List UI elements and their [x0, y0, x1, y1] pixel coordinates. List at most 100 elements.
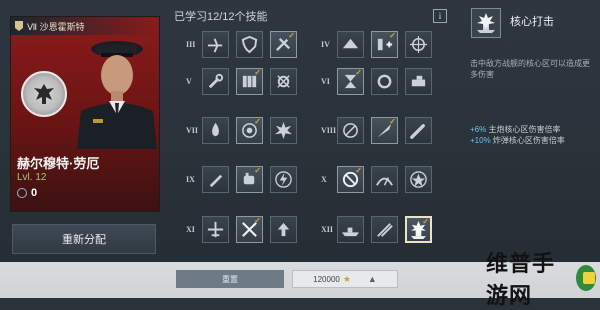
ship-bow-icon: [342, 38, 359, 49]
bonus-text: 炸弹核心区伤害倍率: [490, 136, 565, 145]
captain-level: Lvl. 12: [17, 172, 47, 183]
reassign-button[interactable]: 重新分配: [12, 224, 156, 254]
arrow-up-icon: [277, 222, 290, 237]
learned-check-icon: ✓: [355, 166, 362, 175]
skill-rocket-check[interactable]: ✓: [371, 117, 398, 144]
skill-torpedo[interactable]: [405, 117, 432, 144]
captain-tier-bar: Ⅶ 沙恩霍斯特: [11, 17, 159, 35]
tank-icon: [411, 75, 426, 87]
skill-gear-cross[interactable]: [270, 68, 297, 95]
gear-cross-icon: [277, 75, 290, 88]
captain-tier-label: Ⅶ 沙恩霍斯特: [27, 21, 85, 32]
tier-label: XII: [321, 225, 334, 234]
rank-chevron-icon: [15, 21, 23, 31]
skill-wrench[interactable]: [202, 68, 229, 95]
tier-label: VI: [321, 77, 330, 86]
tier-label: III: [186, 40, 196, 49]
watermark-text: 维普手游网: [486, 251, 556, 308]
bonus-line: +10% 炸弹核心区伤害倍率: [470, 135, 594, 146]
bonus-value: +6%: [470, 125, 487, 134]
skill-tank[interactable]: [405, 68, 432, 95]
skill-star[interactable]: [405, 166, 432, 193]
skill-shield[interactable]: [236, 31, 263, 58]
flame-icon: [212, 122, 219, 137]
skill-twin-guns[interactable]: [371, 216, 398, 243]
skill-points-value: 0: [31, 187, 38, 199]
learned-check-icon: ✓: [254, 68, 261, 77]
tier-label: V: [186, 77, 192, 86]
skill-bolt[interactable]: [270, 166, 297, 193]
skill-plane[interactable]: [202, 31, 229, 58]
shield-icon: [241, 35, 258, 54]
skill-ring[interactable]: [371, 68, 398, 95]
tier-label: X: [321, 175, 327, 184]
learned-check-icon: ✓: [254, 117, 261, 126]
skill-fist[interactable]: ✓: [236, 166, 263, 193]
learned-check-icon: ✓: [422, 217, 429, 226]
reset-skills-button[interactable]: 重置: [176, 270, 284, 288]
reset-cost-button[interactable]: 120000 ★ ▲: [292, 270, 398, 288]
tier-label: IV: [321, 40, 330, 49]
watermark: 维普手游网: [486, 251, 596, 308]
skill-shells[interactable]: ✓: [236, 68, 263, 95]
wrench-icon: [208, 73, 224, 89]
learned-check-icon: ✓: [288, 31, 295, 40]
skill-crosshair[interactable]: [405, 31, 432, 58]
tier-label: XI: [186, 225, 195, 234]
skill-arrow-up[interactable]: [270, 216, 297, 243]
skill-ship-bow[interactable]: [337, 31, 364, 58]
learned-check-icon: ✓: [254, 216, 261, 225]
skill-citadel[interactable]: ✓: [405, 216, 432, 243]
ring-icon: [377, 74, 392, 89]
skill-detail-title: 核心打击: [510, 16, 554, 28]
captain-card[interactable]: Ⅶ 沙恩霍斯特 赫尔穆特·劳厄 Lvl. 12 0: [10, 16, 160, 212]
fire-off-icon: [343, 123, 358, 138]
skills-learned-header: 已学习12/12个技能: [174, 11, 268, 23]
pen-icon: [209, 174, 223, 188]
skill-flame[interactable]: [202, 117, 229, 144]
skill-ship-side[interactable]: [337, 216, 364, 243]
learned-check-icon: ✓: [355, 68, 362, 77]
star-icon: ★: [342, 273, 351, 284]
skill-target[interactable]: ✓: [236, 117, 263, 144]
skill-ammo-plus[interactable]: ✓: [371, 31, 398, 58]
bonus-text: 主炮核心区伤害倍率: [486, 125, 561, 134]
skill-tools[interactable]: ✓: [270, 31, 297, 58]
plane-icon: [207, 38, 223, 53]
captain-portrait: [77, 41, 157, 149]
skill-points-icon: [17, 188, 27, 198]
ship-side-icon: [341, 227, 360, 237]
nation-eagle-icon: [21, 71, 67, 117]
skill-fire-off[interactable]: [337, 117, 364, 144]
chevron-up-icon: ▲: [367, 274, 377, 284]
learned-check-icon: ✓: [389, 31, 396, 40]
tier-label: IX: [186, 175, 195, 184]
learned-check-icon: ✓: [389, 117, 396, 126]
learned-check-icon: ✓: [254, 166, 261, 175]
reset-cost-value: 120000: [313, 274, 340, 284]
skill-detail-description: 击中敌方战舰的核心区可以造成更多伤害: [470, 59, 590, 79]
skill-radar[interactable]: [371, 166, 398, 193]
skill-detail-bonuses: +6% 主炮核心区伤害倍率 +10% 炸弹核心区伤害倍率: [470, 124, 594, 146]
skill-no-entry[interactable]: ✓: [337, 166, 364, 193]
info-icon[interactable]: i: [433, 9, 447, 23]
skill-fighter[interactable]: [202, 216, 229, 243]
star-icon: [410, 171, 427, 188]
skill-hourglass[interactable]: ✓: [337, 68, 364, 95]
skill-pen[interactable]: [202, 166, 229, 193]
bolt-icon: [275, 171, 292, 188]
fighter-icon: [207, 221, 224, 238]
skills-screen: Ⅶ 沙恩霍斯特 赫尔穆特·劳厄 Lvl. 12 0 重新分配 已学习12/12个…: [0, 0, 600, 308]
bonus-value: +10%: [470, 136, 491, 145]
watermark-logo: [576, 265, 596, 291]
radar-icon: [376, 177, 393, 186]
crosshair-icon: [409, 35, 428, 54]
explosion-icon: [274, 121, 293, 140]
captain-name: 赫尔穆特·劳厄: [17, 156, 100, 171]
skill-explosion[interactable]: [270, 117, 297, 144]
skill-points: 0: [17, 187, 37, 199]
skill-swords[interactable]: ✓: [236, 216, 263, 243]
bonus-line: +6% 主炮核心区伤害倍率: [470, 124, 594, 135]
skill-detail-icon: [471, 8, 501, 38]
tier-label: VIII: [321, 126, 337, 135]
